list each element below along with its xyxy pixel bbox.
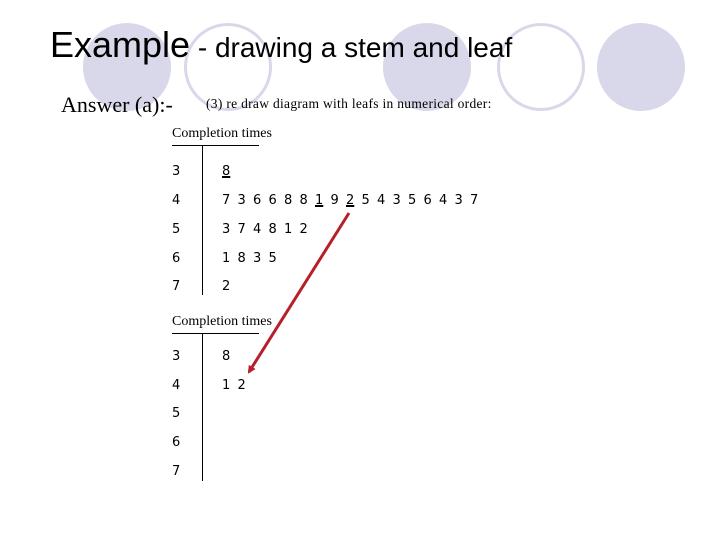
plot-stem-divider xyxy=(202,145,203,295)
slide-title: Example - drawing a stem and leaf xyxy=(50,24,512,66)
original-stem-leaf-plot: Completion times 38473668819254356437537… xyxy=(172,126,478,301)
leaf-value: 3 xyxy=(454,193,463,208)
leaf-value: 1 xyxy=(222,378,231,393)
leaf-list: 2 xyxy=(222,279,238,294)
leaf-value: 7 xyxy=(237,222,246,237)
leaf-list: 8 xyxy=(222,164,238,179)
leaf-value: 7 xyxy=(470,193,479,208)
decorative-circle-filled-3 xyxy=(597,23,685,111)
leaf-value: 9 xyxy=(330,193,339,208)
leaf-value: 7 xyxy=(222,193,231,208)
plot-stem-divider xyxy=(202,333,203,481)
leaf-list: 1835 xyxy=(222,251,284,266)
leaf-value: 8 xyxy=(268,222,277,237)
leaf-list: 12 xyxy=(222,378,253,393)
stem-value: 6 xyxy=(172,435,181,450)
leaf-value: 8 xyxy=(299,193,308,208)
leaf-value: 4 xyxy=(377,193,386,208)
slide-title-main: Example xyxy=(50,24,191,65)
leaf-list: 374812 xyxy=(222,222,315,237)
leaf-value: 3 xyxy=(237,193,246,208)
leaf-value: 8 xyxy=(222,349,231,364)
stem-value: 4 xyxy=(172,378,181,393)
stem-value: 5 xyxy=(172,406,181,421)
stem-value: 3 xyxy=(172,349,181,364)
stem-value: 7 xyxy=(172,464,181,479)
leaf-value: 5 xyxy=(361,193,370,208)
slide: Example - drawing a stem and leaf Answer… xyxy=(0,0,720,540)
leaf-list: 73668819254356437 xyxy=(222,193,486,208)
leaf-value: 1 xyxy=(315,193,324,208)
answer-label: Answer (a):- xyxy=(61,92,173,117)
stem-value: 4 xyxy=(172,193,181,208)
plot-title: Completion times xyxy=(172,126,272,141)
leaf-value: 2 xyxy=(299,222,308,237)
stem-value: 7 xyxy=(172,279,181,294)
plot-header-rule xyxy=(172,333,259,334)
ordered-stem-leaf-plot: Completion times 3 8 4 12 5 6 7 xyxy=(172,314,292,484)
stem-value: 5 xyxy=(172,222,181,237)
leaf-value: 2 xyxy=(222,279,231,294)
leaf-value: 6 xyxy=(253,193,262,208)
leaf-value: 2 xyxy=(237,378,246,393)
leaf-value: 1 xyxy=(222,251,231,266)
leaf-value: 3 xyxy=(392,193,401,208)
leaf-value: 3 xyxy=(222,222,231,237)
leaf-value: 8 xyxy=(284,193,293,208)
slide-title-sub: - drawing a stem and leaf xyxy=(190,32,513,63)
leaf-value: 1 xyxy=(284,222,293,237)
leaf-value: 2 xyxy=(346,193,355,208)
stem-value: 3 xyxy=(172,164,181,179)
leaf-value: 8 xyxy=(237,251,246,266)
leaf-value: 4 xyxy=(253,222,262,237)
step-instruction: (3) re draw diagram with leafs in numeri… xyxy=(206,96,492,111)
plot-title: Completion times xyxy=(172,314,272,329)
plot-header-rule xyxy=(172,145,259,146)
leaf-value: 5 xyxy=(408,193,417,208)
stem-value: 6 xyxy=(172,251,181,266)
leaf-value: 5 xyxy=(268,251,277,266)
leaf-list: 8 xyxy=(222,349,238,364)
leaf-value: 6 xyxy=(423,193,432,208)
leaf-value: 8 xyxy=(222,164,231,179)
leaf-value: 3 xyxy=(253,251,262,266)
leaf-value: 6 xyxy=(268,193,277,208)
leaf-value: 4 xyxy=(439,193,448,208)
